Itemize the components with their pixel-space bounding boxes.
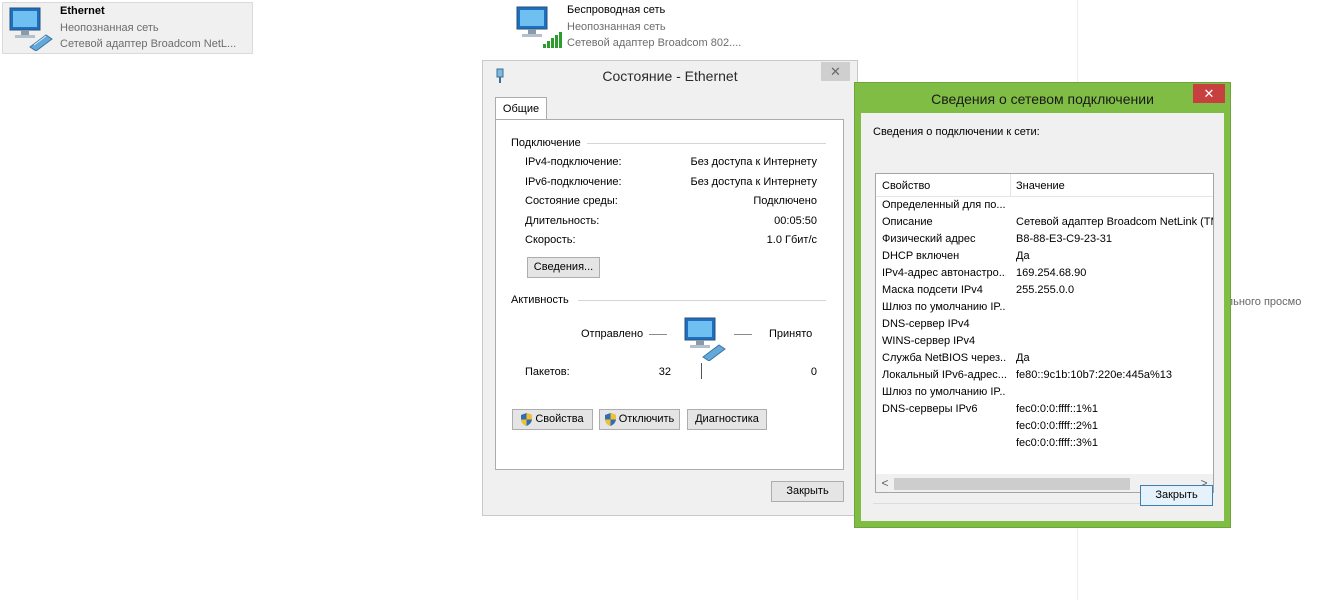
properties-button[interactable]: Свойства [512,409,593,430]
details-row-value: fec0:0:0:ffff::3%1 [1016,437,1098,449]
details-caption: Сведения о подключении к сети: [873,126,1040,138]
adapter-device: Сетевой адаптер Broadcom 802.... [567,37,742,49]
details-row[interactable]: IPv4-адрес автонастро... 169.254.68.90 [876,265,1213,282]
details-row-property: Шлюз по умолчанию IP... [882,301,1006,313]
tab-general[interactable]: Общие [495,97,547,120]
details-row[interactable]: Шлюз по умолчанию IP... [876,299,1213,316]
details-row-property: Описание [882,216,933,228]
close-icon[interactable]: ✕ [1193,84,1225,103]
details-row-property: WINS-сервер IPv4 [882,335,976,347]
details-row[interactable]: Локальный IPv6-адрес... fe80::9c1b:10b7:2… [876,367,1213,384]
details-row[interactable]: fec0:0:0:ffff::3%1 [876,435,1213,452]
ipv6-connectivity-label: IPv6-подключение: [525,176,622,188]
adapter-ethernet[interactable]: Ethernet Неопознанная сеть Сетевой адапт… [2,2,253,54]
details-row[interactable]: Маска подсети IPv4 255.255.0.0 [876,282,1213,299]
details-row[interactable]: DHCP включен Да [876,248,1213,265]
sent-line [649,334,667,335]
details-row-property: DNS-серверы IPv6 [882,403,978,415]
column-header-value[interactable]: Значение [1016,180,1065,192]
ipv4-connectivity-value: Без доступа к Интернету [690,156,817,168]
dialog-title: Состояние - Ethernet [602,68,738,84]
group-activity-label: Активность [511,294,569,306]
uac-shield-icon [521,412,533,426]
adapter-status: Неопознанная сеть [567,21,666,33]
status-dialog: Состояние - Ethernet ✕ Общие Подключение… [482,60,858,516]
properties-button-label: Свойства [535,413,584,425]
details-button[interactable]: Сведения... [527,257,600,278]
column-divider[interactable] [1010,174,1011,196]
adapter-device: Сетевой адаптер Broadcom NetL... [60,38,237,50]
details-row-property: Определенный для по... [882,199,1006,211]
adapter-name: Беспроводная сеть [567,4,666,16]
close-button[interactable]: Закрыть [1140,485,1213,506]
details-row[interactable]: Служба NetBIOS через... Да [876,350,1213,367]
details-row-property: IPv4-адрес автонастро... [882,267,1006,279]
details-row-value: Да [1016,352,1030,364]
disable-button-label: Отключить [618,413,675,425]
details-row[interactable]: WINS-сервер IPv4 [876,333,1213,350]
group-divider [587,143,826,144]
scroll-thumb[interactable] [894,478,1130,490]
received-line [734,334,752,335]
duration-label: Длительность: [525,215,600,227]
adapter-wireless[interactable]: Беспроводная сеть Неопознанная сеть Сете… [510,2,770,52]
details-row-value: 255.255.0.0 [1016,284,1075,296]
network-activity-icon [684,317,726,361]
details-row[interactable]: DNS-серверы IPv6 fec0:0:0:ffff::1%1 [876,401,1213,418]
details-row-value: B8-88-E3-C9-23-31 [1016,233,1112,245]
tab-panel-general: Подключение IPv4-подключение: Без доступ… [495,119,844,470]
details-row[interactable]: DNS-сервер IPv4 [876,316,1213,333]
status-titlebar[interactable]: Состояние - Ethernet ✕ [483,61,857,91]
dialog-title: Сведения о сетевом подключении [931,91,1154,107]
details-row-value: Да [1016,250,1030,262]
details-row-value: Сетевой адаптер Broadcom NetLink (TM [1016,216,1214,228]
received-label: Принято [769,328,813,340]
close-icon[interactable]: ✕ [821,62,850,81]
packets-received-value: 0 [810,366,817,378]
packets-divider [701,363,702,379]
details-row-property: Шлюз по умолчанию IP... [882,386,1006,398]
details-listview[interactable]: Свойство Значение Определенный для по...… [875,173,1214,493]
details-row[interactable]: Физический адрес B8-88-E3-C9-23-31 [876,231,1213,248]
details-row-value: fec0:0:0:ffff::2%1 [1016,420,1098,432]
details-row-property: DHCP включен [882,250,960,262]
details-row-property: Служба NetBIOS через... [882,352,1006,364]
details-client-area: Сведения о подключении к сети: Свойство … [861,113,1224,521]
diagnose-button[interactable]: Диагностика [687,409,767,430]
sent-label: Отправлено [581,328,644,340]
packets-label: Пакетов: [525,366,570,378]
adapter-status: Неопознанная сеть [60,22,159,34]
details-row[interactable]: Определенный для по... [876,197,1213,214]
group-divider [578,300,826,301]
details-row-value: fec0:0:0:ffff::1%1 [1016,403,1098,415]
duration-value: 00:05:50 [774,215,817,227]
details-row[interactable]: fec0:0:0:ffff::2%1 [876,418,1213,435]
disable-button[interactable]: Отключить [599,409,680,430]
packets-sent-value: 32 [658,366,671,378]
close-button[interactable]: Закрыть [771,481,844,502]
details-row-property: Маска подсети IPv4 [882,284,983,296]
details-row[interactable]: Описание Сетевой адаптер Broadcom NetLink… [876,214,1213,231]
column-header-property[interactable]: Свойство [882,180,930,192]
details-row-property: Физический адрес [882,233,976,245]
ipv4-connectivity-label: IPv4-подключение: [525,156,622,168]
uac-shield-icon [604,412,616,426]
group-connection-label: Подключение [511,137,581,149]
ethernet-adapter-icon [9,7,53,51]
details-row-value: 169.254.68.90 [1016,267,1087,279]
details-row[interactable]: Шлюз по умолчанию IP... [876,384,1213,401]
speed-value: 1.0 Гбит/с [766,234,817,246]
media-state-value: Подключено [753,195,817,207]
speed-label: Скорость: [525,234,576,246]
adapter-name: Ethernet [60,5,105,17]
media-state-label: Состояние среды: [525,195,618,207]
listview-header: Свойство Значение [876,174,1213,197]
details-dialog: Сведения о сетевом подключении ✕ Сведени… [854,82,1231,528]
ipv6-connectivity-value: Без доступа к Интернету [690,176,817,188]
details-row-property: DNS-сервер IPv4 [882,318,970,330]
details-row-property: Локальный IPv6-адрес... [882,369,1006,381]
scroll-left-icon[interactable]: < [877,476,893,490]
wireless-adapter-icon [516,6,562,48]
details-row-value: fe80::9c1b:10b7:220e:445a%13 [1016,369,1172,381]
